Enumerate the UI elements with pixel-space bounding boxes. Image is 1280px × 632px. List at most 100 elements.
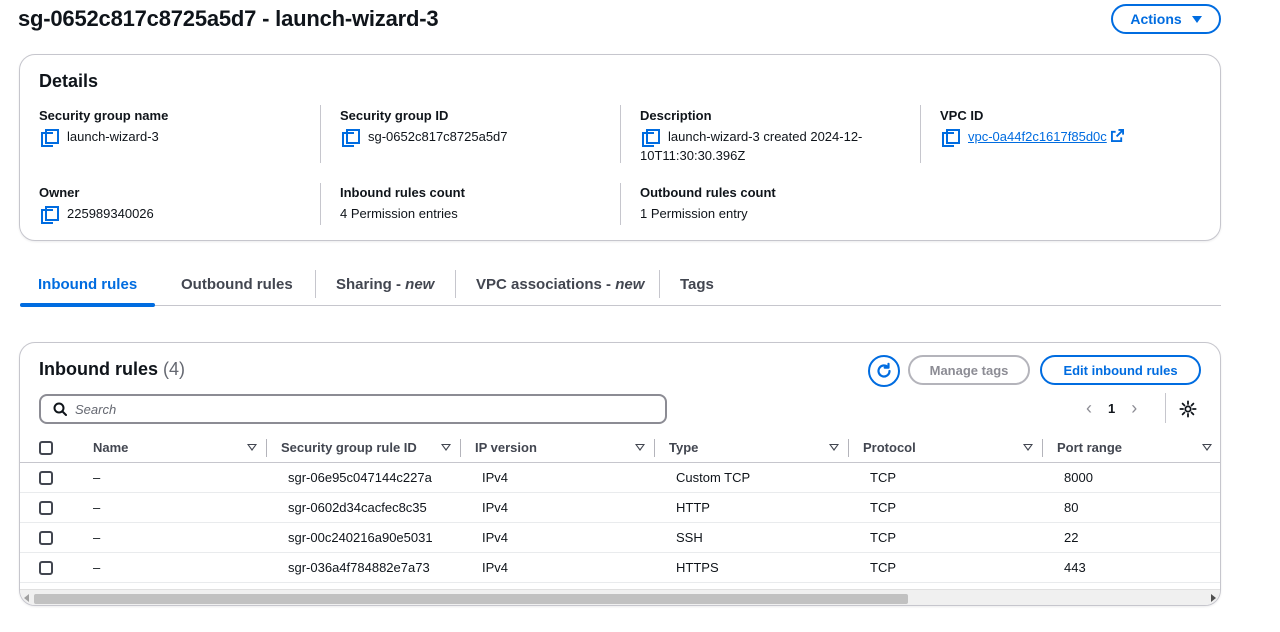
field-label: VPC ID bbox=[940, 108, 984, 123]
divider bbox=[620, 183, 621, 225]
sort-icon[interactable] bbox=[441, 443, 451, 451]
cell-ip-version: IPv4 bbox=[461, 492, 655, 523]
copy-icon[interactable] bbox=[41, 129, 59, 147]
select-all-header bbox=[20, 432, 93, 463]
cell-port-range: 443 bbox=[1043, 552, 1220, 583]
scroll-right-arrow[interactable] bbox=[1211, 594, 1216, 602]
inbound-rules-heading: Inbound rules bbox=[39, 359, 158, 379]
select-all-checkbox[interactable] bbox=[39, 440, 53, 455]
column-header-name[interactable]: Name bbox=[93, 432, 267, 463]
page-number[interactable]: 1 bbox=[1108, 401, 1115, 416]
copy-icon[interactable] bbox=[41, 206, 59, 224]
manage-tags-button[interactable]: Manage tags bbox=[908, 355, 1030, 385]
owner-value: 225989340026 bbox=[67, 206, 154, 221]
page-title: sg-0652c817c8725a5d7 - launch-wizard-3 bbox=[18, 6, 439, 31]
tab-divider bbox=[659, 270, 660, 298]
description-value-line2: 10T11:30:30.396Z bbox=[640, 148, 746, 163]
cell-ip-version: IPv4 bbox=[461, 552, 655, 583]
sort-icon[interactable] bbox=[1202, 443, 1212, 451]
table-row[interactable]: – sgr-06e95c047144c227a IPv4 Custom TCP … bbox=[20, 462, 1220, 493]
sort-icon[interactable] bbox=[829, 443, 839, 451]
tab-outbound-rules[interactable]: Outbound rules bbox=[181, 262, 293, 306]
divider bbox=[920, 105, 921, 163]
tab-label: Outbound rules bbox=[181, 275, 293, 293]
description-value-line1: launch-wizard-3 created 2024-12- bbox=[668, 129, 863, 144]
table-row[interactable]: – sgr-00c240216a90e5031 IPv4 SSH TCP 22 bbox=[20, 522, 1220, 553]
security-group-id-value: sg-0652c817c8725a5d7 bbox=[368, 129, 508, 144]
table-row[interactable]: – sgr-036a4f784882e7a73 IPv4 HTTPS TCP 4… bbox=[20, 552, 1220, 583]
sort-icon[interactable] bbox=[635, 443, 645, 451]
vpc-id-link[interactable]: vpc-0a44f2c1617f85d0c bbox=[968, 127, 1107, 146]
sort-icon[interactable] bbox=[1023, 443, 1033, 451]
column-header-protocol[interactable]: Protocol bbox=[849, 432, 1043, 463]
tab-divider bbox=[315, 270, 316, 298]
refresh-button[interactable] bbox=[868, 355, 900, 387]
field-outbound-rules-count: Outbound rules count 1 Permission entry bbox=[640, 185, 776, 223]
copy-icon[interactable] bbox=[942, 129, 960, 147]
edit-inbound-rules-button[interactable]: Edit inbound rules bbox=[1040, 355, 1201, 385]
search-input[interactable] bbox=[75, 401, 595, 417]
search-icon bbox=[53, 402, 67, 416]
cell-port-range: 22 bbox=[1043, 522, 1220, 553]
tab-new-badge: new bbox=[615, 275, 645, 293]
details-title: Details bbox=[39, 71, 99, 91]
divider bbox=[1165, 393, 1166, 423]
tab-label: VPC associations - bbox=[476, 275, 616, 293]
column-header-ip-version[interactable]: IP version bbox=[461, 432, 655, 463]
cell-port-range: 8000 bbox=[1043, 462, 1220, 493]
tab-vpc-associations[interactable]: VPC associations - new bbox=[476, 262, 644, 306]
field-label: Owner bbox=[39, 185, 80, 200]
cell-protocol: TCP bbox=[849, 552, 1043, 583]
external-link-icon[interactable] bbox=[1110, 129, 1124, 142]
inbound-rules-count-value: 4 Permission entries bbox=[340, 206, 458, 221]
row-checkbox[interactable] bbox=[39, 501, 53, 516]
cell-rule-id: sgr-00c240216a90e5031 bbox=[267, 522, 461, 553]
chevron-right-icon[interactable]: › bbox=[1131, 399, 1137, 417]
column-label: Name bbox=[93, 439, 129, 455]
chevron-left-icon[interactable]: ‹ bbox=[1086, 399, 1092, 417]
field-security-group-id: Security group ID sg-0652c817c8725a5d7 bbox=[340, 108, 508, 147]
column-label: IP version bbox=[475, 439, 537, 455]
cell-rule-id: sgr-0602d34cacfec8c35 bbox=[267, 492, 461, 523]
horizontal-scrollbar[interactable] bbox=[20, 589, 1220, 605]
row-checkbox[interactable] bbox=[39, 531, 53, 546]
search-field[interactable] bbox=[39, 394, 667, 424]
tab-divider bbox=[455, 270, 456, 298]
column-label: Protocol bbox=[863, 439, 916, 455]
divider bbox=[320, 183, 321, 225]
actions-button[interactable]: Actions bbox=[1111, 4, 1221, 34]
cell-name: – bbox=[93, 462, 267, 493]
tab-label: Sharing - bbox=[336, 275, 406, 293]
column-label: Type bbox=[669, 439, 699, 455]
tab-sharing[interactable]: Sharing - new bbox=[336, 262, 434, 306]
inbound-rules-title: Inbound rules (4) bbox=[39, 359, 185, 380]
column-header-type[interactable]: Type bbox=[655, 432, 849, 463]
sort-icon[interactable] bbox=[247, 443, 257, 451]
column-label: Security group rule ID bbox=[281, 439, 417, 455]
column-header-rule-id[interactable]: Security group rule ID bbox=[267, 432, 461, 463]
copy-icon[interactable] bbox=[642, 129, 660, 147]
cell-name: – bbox=[93, 492, 267, 523]
row-checkbox[interactable] bbox=[39, 561, 53, 576]
cell-rule-id: sgr-036a4f784882e7a73 bbox=[267, 552, 461, 583]
details-panel: Details Security group name launch-wizar… bbox=[19, 54, 1221, 241]
cell-ip-version: IPv4 bbox=[461, 522, 655, 553]
column-header-port-range[interactable]: Port range bbox=[1043, 432, 1220, 463]
divider bbox=[320, 105, 321, 163]
copy-icon[interactable] bbox=[342, 129, 360, 147]
tab-label: Inbound rules bbox=[38, 275, 138, 293]
table-row[interactable]: – sgr-0602d34cacfec8c35 IPv4 HTTP TCP 80 bbox=[20, 492, 1220, 523]
tab-inbound-rules[interactable]: Inbound rules bbox=[20, 262, 156, 307]
field-label: Description bbox=[640, 108, 712, 123]
cell-port-range: 80 bbox=[1043, 492, 1220, 523]
security-group-name-value: launch-wizard-3 bbox=[67, 129, 159, 144]
outbound-rules-count-value: 1 Permission entry bbox=[640, 206, 748, 221]
row-checkbox[interactable] bbox=[39, 471, 53, 486]
settings-gear-icon[interactable] bbox=[1179, 400, 1197, 418]
tab-tags[interactable]: Tags bbox=[680, 262, 714, 306]
cell-type: SSH bbox=[655, 522, 849, 553]
cell-type: HTTPS bbox=[655, 552, 849, 583]
scrollbar-thumb[interactable] bbox=[34, 594, 908, 604]
scroll-left-arrow[interactable] bbox=[24, 594, 29, 602]
tab-bar: Inbound rules Outbound rules Sharing - n… bbox=[20, 262, 1221, 307]
